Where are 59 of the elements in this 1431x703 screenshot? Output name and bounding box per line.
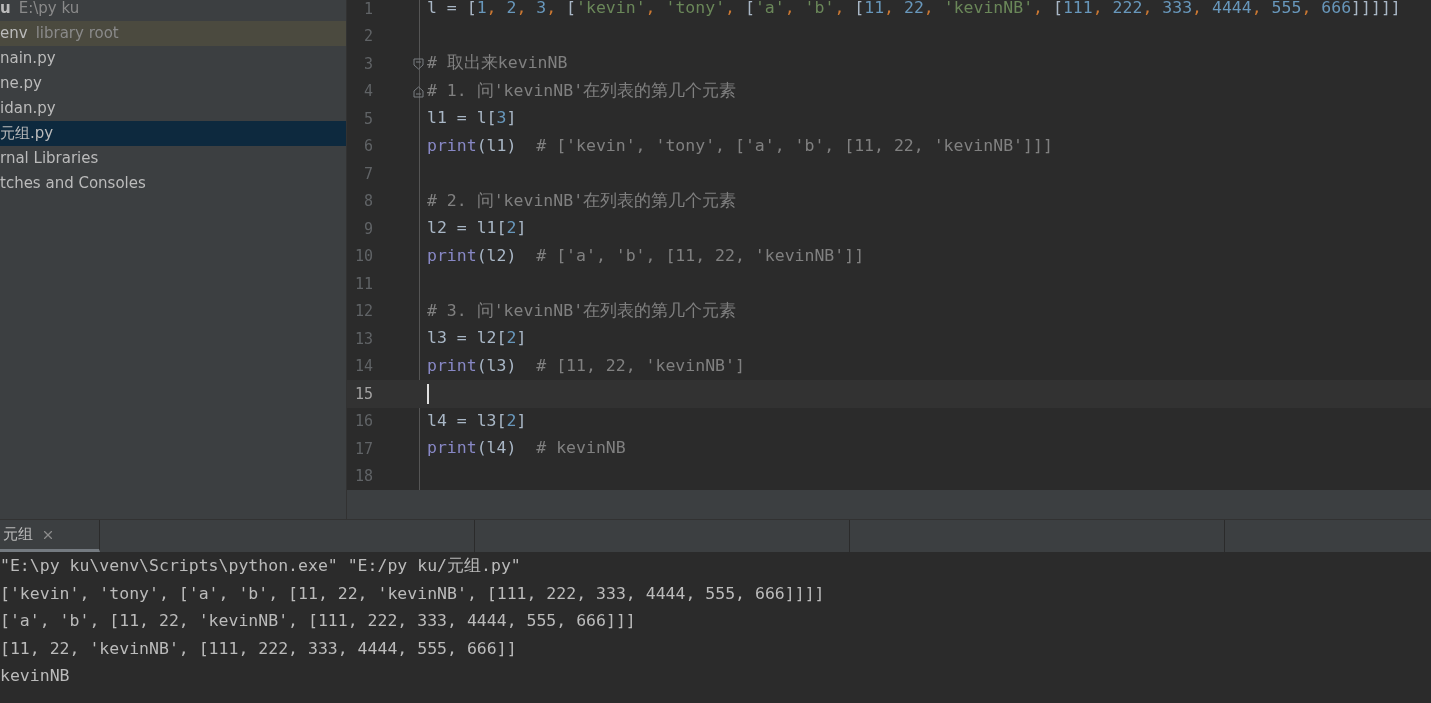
item-name: 元组.py: [0, 123, 54, 145]
line-number: 4: [362, 81, 373, 102]
line-number: 14: [353, 356, 373, 377]
tree-item[interactable]: 元组.py: [0, 121, 346, 146]
line-number: 8: [362, 191, 373, 212]
code-line: # 取出来kevinNB: [427, 52, 568, 75]
item-name: u: [0, 0, 11, 20]
line-number: 12: [353, 301, 373, 322]
code-editor[interactable]: [347, 0, 1431, 490]
line-number: 9: [362, 218, 373, 240]
console-line: ['kevin', 'tony', ['a', 'b', [11, 22, 'kevinNB', [111, 222, 333, 4444, 555, 666]]]]: [0, 582, 826, 605]
code-line: l = [1, 2, 3, ['kevin', 'tony', ['a', 'b', [11, 22, 'kevinNB', [111, 222, 333, 4444, 555, 666]]]]]: [427, 0, 1401, 20]
console-line: ['a', 'b', [11, 22, 'kevinNB', [111, 222, 333, 4444, 555, 666]]]: [0, 610, 637, 633]
item-name: tches and Consoles: [0, 173, 146, 195]
line-number: 3: [362, 53, 373, 75]
item-name: nain.py: [0, 48, 56, 70]
item-hint: library root: [35, 23, 119, 45]
item-name: ne.py: [0, 73, 42, 95]
code-line: l3 = l2[2]: [427, 327, 527, 350]
code-line: print(l1) # ['kevin', 'tony', ['a', 'b', [11, 22, 'kevinNB']]]: [427, 134, 1053, 157]
tree-item[interactable]: idan.py: [0, 96, 346, 121]
code-line: # 3. 问'kevinNB'在列表的第几个元素: [427, 299, 737, 322]
fold-icon[interactable]: [413, 85, 424, 98]
code-line: print(l4) # kevinNB: [427, 437, 626, 460]
item-hint: E:\py ku: [18, 0, 80, 20]
code-line: l2 = l1[2]: [427, 217, 527, 240]
line-number: 1: [362, 0, 373, 20]
item-name: env: [0, 23, 28, 45]
tree-item[interactable]: tches and Consoles: [0, 171, 346, 196]
line-number: 16: [353, 411, 373, 432]
tree-item[interactable]: env library root: [0, 21, 346, 46]
line-number: 11: [353, 273, 373, 295]
console-line: [11, 22, 'kevinNB', [111, 222, 333, 4444, 555, 666]]: [0, 637, 518, 660]
line-number: 7: [362, 163, 373, 185]
code-line: print(l2) # ['a', 'b', [11, 22, 'kevinNB']]: [427, 244, 865, 267]
code-line: # 2. 问'kevinNB'在列表的第几个元素: [427, 189, 737, 212]
line-number: 10: [353, 246, 373, 267]
line-number: 13: [353, 328, 373, 350]
line-number: 17: [353, 438, 373, 460]
console-line: "E:\py ku\venv\Scripts\python.exe" "E:/py ku/元组.py": [0, 555, 522, 578]
tree-item[interactable]: nain.py: [0, 46, 346, 71]
tree-item[interactable]: ne.py: [0, 71, 346, 96]
console-line: kevinNB: [0, 665, 71, 688]
line-number: 18: [353, 466, 373, 487]
fold-icon[interactable]: [413, 58, 424, 70]
line-number: 15: [353, 383, 373, 405]
item-name: rnal Libraries: [0, 148, 99, 170]
code-line: # 1. 问'kevinNB'在列表的第几个元素: [427, 79, 737, 102]
line-number: 5: [362, 108, 373, 130]
tree-item[interactable]: u E:\py ku: [0, 0, 346, 21]
text-cursor: [427, 383, 429, 404]
code-line: print(l3) # [11, 22, 'kevinNB']: [427, 354, 745, 377]
tree-item[interactable]: rnal Libraries: [0, 146, 346, 171]
tab-label: 元组: [3, 524, 33, 546]
code-line: l1 = l[3]: [427, 107, 517, 130]
code-line: l4 = l3[2]: [427, 409, 527, 432]
item-name: idan.py: [0, 98, 56, 120]
line-number: 2: [362, 26, 373, 47]
line-number: 6: [362, 136, 373, 157]
